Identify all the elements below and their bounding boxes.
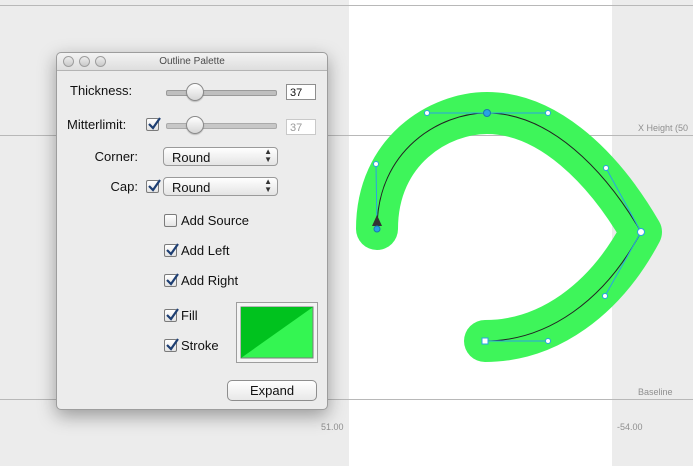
cap-dropdown[interactable]: Round ▲ ▼ [163, 177, 278, 196]
color-swatch[interactable] [236, 302, 318, 363]
updown-arrows-icon: ▲ ▼ [264, 147, 272, 164]
on-curve-point[interactable] [637, 228, 645, 236]
stroke-checkbox[interactable] [164, 338, 179, 352]
control-handle[interactable] [545, 338, 551, 344]
end-point[interactable] [481, 337, 489, 345]
stroke-label: Stroke [181, 338, 219, 353]
control-handle[interactable] [602, 293, 608, 299]
cap-dropdown-value: Round [172, 180, 211, 195]
fill-stroke-swatch [240, 306, 314, 359]
checkmark-icon [148, 179, 161, 192]
corner-dropdown[interactable]: Round ▲ ▼ [163, 147, 278, 166]
mitterlimit-slider-knob[interactable] [186, 116, 205, 134]
updown-arrows-icon: ▲ ▼ [264, 177, 272, 194]
fill-checkbox[interactable] [164, 308, 179, 322]
thickness-slider[interactable] [166, 90, 277, 96]
mitterlimit-checkbox[interactable] [146, 117, 161, 131]
control-handle[interactable] [373, 161, 379, 167]
on-curve-point[interactable] [483, 109, 491, 117]
control-handle[interactable] [603, 165, 609, 171]
window-title: Outline Palette [159, 56, 225, 67]
thickness-field[interactable]: 37 [286, 84, 316, 100]
add-left-label: Add Left [181, 243, 230, 258]
mitterlimit-label: Mitterlimit: [67, 117, 127, 132]
mitterlimit-slider[interactable] [166, 123, 277, 129]
corner-dropdown-value: Round [172, 150, 211, 165]
checkmark-icon [166, 273, 179, 286]
corner-label: Corner: [94, 149, 138, 164]
thickness-label: Thickness: [70, 83, 133, 98]
checkmark-icon [166, 338, 179, 351]
add-source-label: Add Source [181, 213, 249, 228]
add-left-checkbox[interactable] [164, 243, 179, 257]
checkmark-icon [166, 308, 179, 321]
expand-button[interactable]: Expand [227, 380, 317, 401]
mitterlimit-field[interactable]: 37 [286, 119, 316, 135]
add-source-checkbox[interactable] [164, 214, 177, 227]
add-right-checkbox[interactable] [164, 273, 179, 287]
add-right-label: Add Right [181, 273, 239, 288]
control-handle[interactable] [545, 110, 551, 116]
checkmark-icon [166, 243, 179, 256]
outline-stroke-shape [356, 92, 662, 362]
palette-titlebar[interactable]: Outline Palette [57, 53, 327, 71]
cap-label: Cap: [110, 179, 138, 194]
fill-label: Fill [181, 308, 198, 323]
start-point[interactable] [373, 225, 381, 233]
cap-checkbox[interactable] [146, 179, 161, 193]
thickness-slider-knob[interactable] [186, 83, 205, 101]
checkmark-icon [148, 117, 161, 130]
control-handle[interactable] [424, 110, 430, 116]
outline-palette-window: Outline Palette Thickness: 37 Mitterlimi… [56, 52, 328, 410]
